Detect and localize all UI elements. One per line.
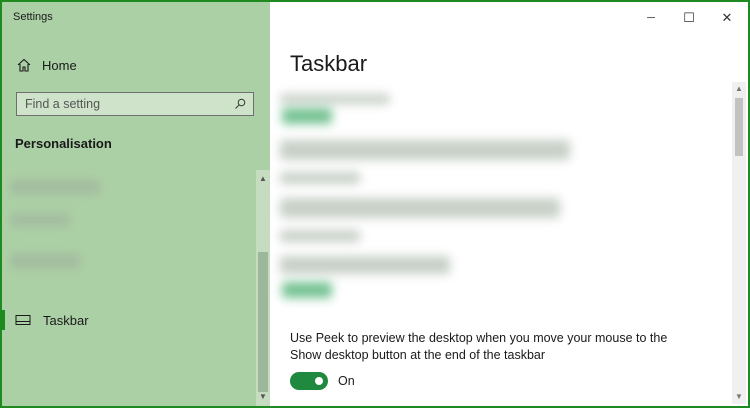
blurred-nav-item[interactable] — [10, 254, 80, 268]
minimize-icon: ─ — [647, 12, 655, 24]
blurred-setting-text — [280, 198, 560, 218]
page-title: Taskbar — [290, 51, 368, 76]
minimize-button[interactable]: ─ — [632, 6, 670, 30]
scroll-up-icon[interactable]: ▲ — [256, 172, 270, 186]
sidebar-scrollbar[interactable]: ▲ ▼ — [256, 170, 270, 406]
search-input[interactable] — [17, 93, 234, 115]
peek-toggle[interactable] — [290, 372, 328, 390]
scrollbar-thumb[interactable] — [735, 98, 743, 156]
scroll-up-icon[interactable]: ▲ — [732, 82, 746, 96]
blurred-setting-text — [280, 230, 360, 242]
blurred-setting-text — [280, 172, 360, 184]
peek-description: Use Peek to preview the desktop when you… — [290, 331, 668, 362]
app-title: Settings — [13, 11, 53, 23]
sidebar-item-label: Taskbar — [43, 312, 89, 328]
blurred-setting-text — [280, 256, 450, 274]
blurred-setting-text — [280, 94, 390, 104]
maximize-button[interactable]: ☐ — [670, 6, 708, 30]
scrollbar-thumb[interactable] — [258, 252, 268, 392]
blurred-nav-item[interactable] — [10, 180, 100, 194]
sidebar-item-taskbar[interactable]: Taskbar — [2, 306, 256, 334]
main-scrollbar[interactable]: ▲ ▼ — [732, 82, 746, 404]
taskbar-icon — [15, 315, 31, 325]
selection-indicator — [2, 310, 5, 330]
close-button[interactable]: ✕ — [708, 6, 746, 30]
scroll-down-icon[interactable]: ▼ — [256, 390, 270, 404]
sidebar-item-label: Home — [42, 57, 77, 73]
blurred-nav-item[interactable] — [10, 214, 70, 226]
scroll-down-icon[interactable]: ▼ — [732, 390, 746, 404]
settings-window: Settings Home Personalisation ▲ ▼ — [0, 0, 750, 408]
section-title: Personalisation — [15, 136, 112, 151]
toggle-state-label: On — [338, 374, 355, 388]
blurred-setting-text — [280, 140, 570, 160]
search-box[interactable] — [16, 92, 254, 116]
blurred-toggle[interactable] — [282, 108, 332, 124]
sidebar: Settings Home Personalisation ▲ ▼ — [2, 2, 270, 406]
main-content: ─ ☐ ✕ Taskbar Use Peek to preview the de… — [270, 2, 748, 406]
close-icon: ✕ — [721, 10, 733, 25]
blurred-toggle[interactable] — [282, 282, 332, 298]
maximize-icon: ☐ — [683, 10, 695, 25]
search-icon[interactable] — [234, 98, 246, 110]
sidebar-item-home[interactable]: Home — [12, 52, 262, 78]
toggle-knob — [315, 377, 323, 385]
home-icon — [17, 58, 31, 72]
